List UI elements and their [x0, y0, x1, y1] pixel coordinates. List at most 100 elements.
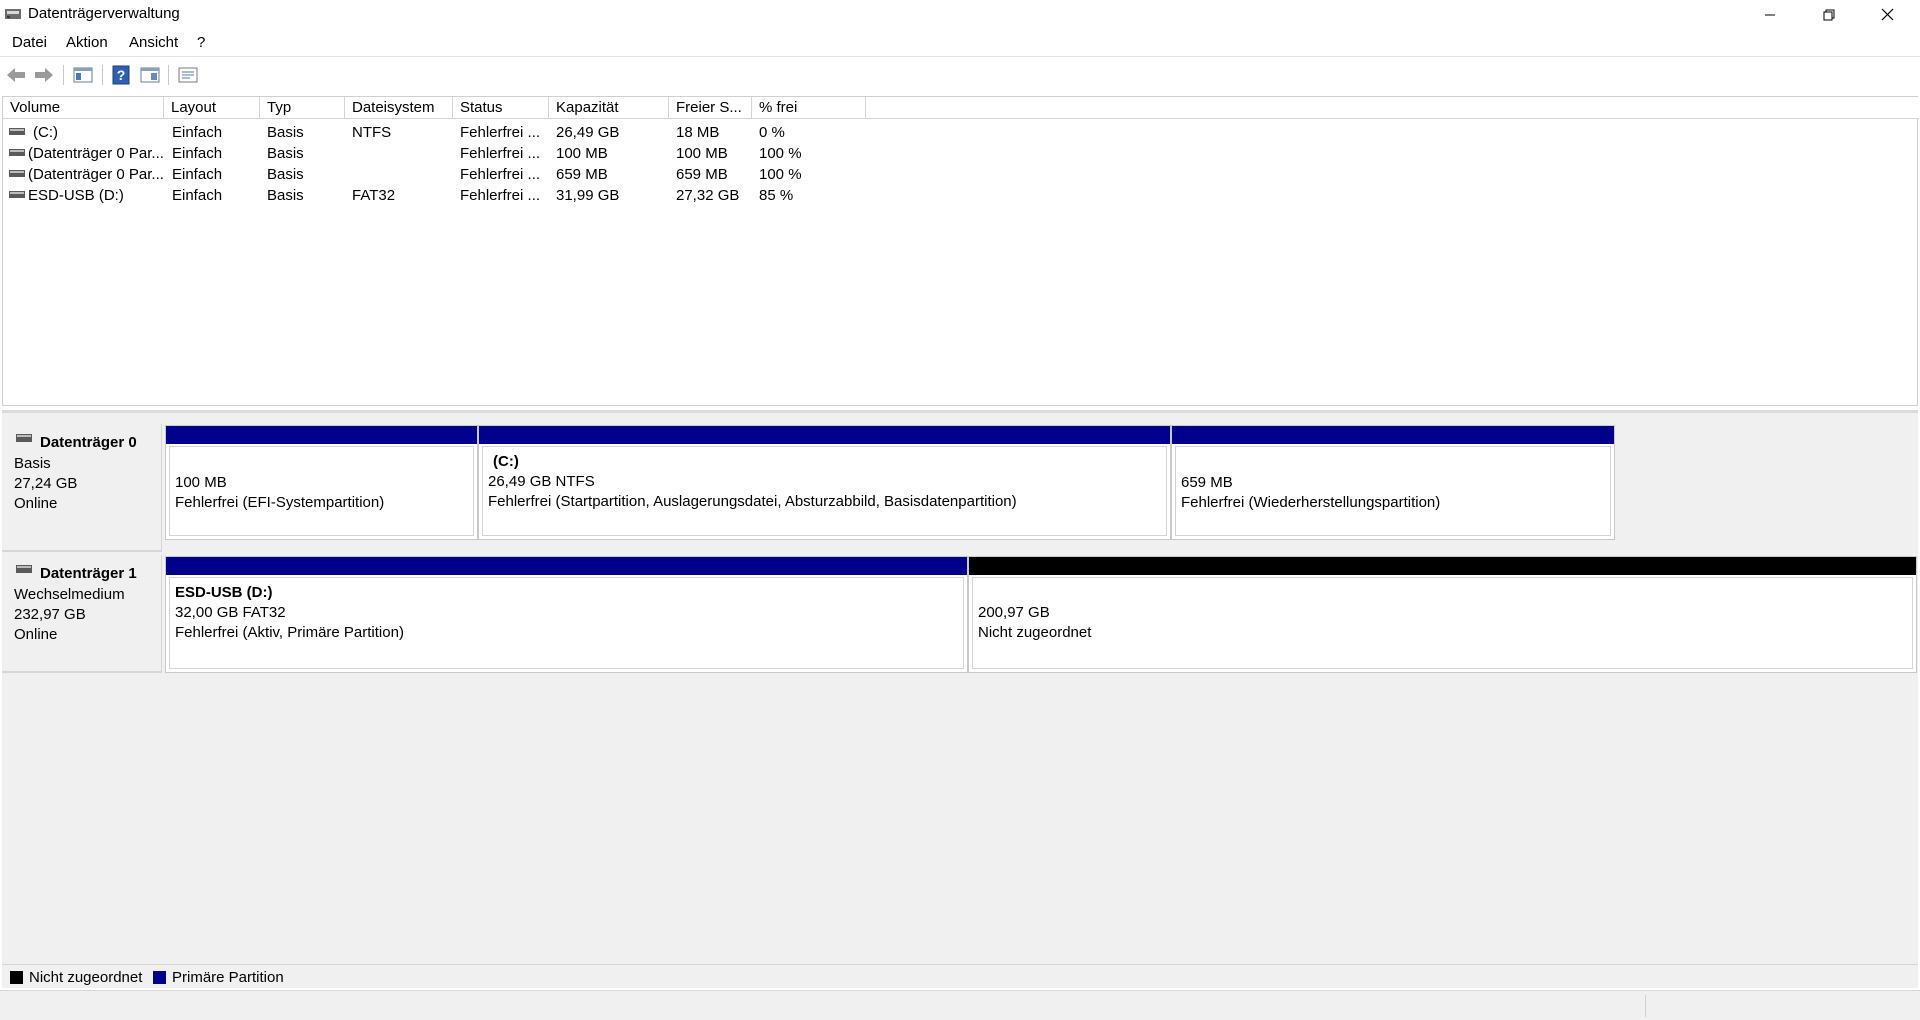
- partition-body: 659 MB Fehlerfrei (Wiederherstellungspar…: [1175, 446, 1611, 536]
- disk-0-state: Online: [14, 495, 58, 512]
- disk-1-label[interactable]: Datenträger 1 Wechselmedium 232,97 GB On…: [2, 555, 162, 673]
- legend-label-unallocated: Nicht zugeordnet: [29, 969, 143, 986]
- partition-status: Fehlerfrei (Aktiv, Primäre Partition): [175, 624, 404, 641]
- disk-graphic-view: Datenträger 0 Basis 27,24 GB Online 100 …: [2, 410, 1918, 964]
- partition-size: 26,49 GB NTFS: [488, 473, 595, 490]
- status-bar-divider: [1645, 995, 1646, 1017]
- properties-pane-button[interactable]: [139, 64, 161, 86]
- status-bar: [0, 990, 1920, 1020]
- console-tree-button[interactable]: [72, 64, 94, 86]
- back-arrow-icon: [7, 68, 25, 82]
- cell-kapazitaet: 100 MB: [556, 145, 608, 162]
- properties-pane-icon: [140, 67, 160, 83]
- column-header-layout[interactable]: Layout: [164, 97, 260, 119]
- partition-type-bar: [166, 557, 967, 575]
- disk-icon: [16, 565, 32, 573]
- partition-title: (C:): [493, 453, 519, 470]
- partition-body: 200,97 GB Nicht zugeordnet: [972, 577, 1913, 669]
- cell-status: Fehlerfrei ...: [460, 166, 541, 183]
- cell-prozent-frei: 100 %: [759, 166, 802, 183]
- window-title: Datenträgerverwaltung: [28, 5, 180, 22]
- cell-volume: (Datenträger 0 Par...: [28, 145, 163, 162]
- partition-c[interactable]: (C:) 26,49 GB NTFS Fehlerfrei (Startpart…: [478, 425, 1171, 540]
- partition-unallocated[interactable]: 200,97 GB Nicht zugeordnet: [968, 556, 1917, 673]
- cell-status: Fehlerfrei ...: [460, 187, 541, 204]
- settings-list-button[interactable]: [177, 64, 199, 86]
- help-icon: ?: [112, 65, 130, 85]
- cell-status: Fehlerfrei ...: [460, 124, 541, 141]
- partition-status: Fehlerfrei (Startpartition, Auslagerungs…: [488, 493, 1017, 510]
- console-tree-icon: [73, 67, 93, 83]
- partition-size: 659 MB: [1181, 474, 1233, 491]
- menu-ansicht[interactable]: Ansicht: [129, 34, 178, 51]
- cell-layout: Einfach: [172, 166, 223, 183]
- cell-dateisystem: [352, 143, 452, 164]
- disk-1-state: Online: [14, 626, 58, 643]
- cell-typ: Basis: [267, 166, 304, 183]
- disk-0-label[interactable]: Datenträger 0 Basis 27,24 GB Online: [2, 424, 162, 552]
- help-button[interactable]: ?: [110, 64, 132, 86]
- table-row[interactable]: (C:) Einfach Basis NTFS Fehlerfrei ... 2…: [3, 122, 903, 143]
- menu-datei[interactable]: Datei: [12, 34, 47, 51]
- drive-icon: [9, 149, 25, 156]
- column-header-typ[interactable]: Typ: [260, 97, 345, 119]
- table-row[interactable]: ESD-USB (D:) Einfach Basis FAT32 Fehlerf…: [3, 185, 903, 206]
- cell-prozent-frei: 85 %: [759, 187, 794, 204]
- forward-arrow-icon: [35, 68, 53, 82]
- column-header-kapazitaet[interactable]: Kapazität: [549, 97, 669, 119]
- cell-prozent-frei: 0 %: [759, 124, 785, 141]
- menu-bar: Datei Aktion Ansicht ?: [0, 31, 1920, 55]
- volume-list-header: Volume Layout Typ Dateisystem Status Kap…: [3, 97, 1919, 119]
- table-row[interactable]: (Datenträger 0 Par... Einfach Basis Fehl…: [3, 143, 903, 164]
- cell-dateisystem: [352, 164, 452, 185]
- partition-recovery[interactable]: 659 MB Fehlerfrei (Wiederherstellungspar…: [1171, 425, 1615, 540]
- partition-status: Fehlerfrei (Wiederherstellungspartition): [1181, 494, 1441, 511]
- back-button[interactable]: [5, 64, 27, 86]
- partition-body: (C:) 26,49 GB NTFS Fehlerfrei (Startpart…: [482, 446, 1167, 536]
- legend: Nicht zugeordnet Primäre Partition: [2, 964, 1918, 988]
- restore-icon: [1823, 9, 1835, 20]
- cell-volume: (Datenträger 0 Par...: [28, 166, 163, 183]
- partition-efi[interactable]: 100 MB Fehlerfrei (EFI-Systempartition): [165, 425, 478, 540]
- toolbar-separator: [102, 65, 103, 85]
- partition-type-bar: [166, 426, 477, 444]
- disk-1-size: 232,97 GB: [14, 606, 86, 623]
- partition-size: 32,00 GB FAT32: [175, 604, 286, 621]
- title-bar: Datenträgerverwaltung: [0, 0, 1920, 29]
- column-header-prozent-frei[interactable]: % frei: [752, 97, 866, 119]
- partition-size: 100 MB: [175, 474, 227, 491]
- minimize-icon: [1765, 14, 1775, 15]
- legend-swatch-unallocated: [10, 971, 23, 984]
- partition-size: 200,97 GB: [978, 604, 1050, 621]
- disk-0-type: Basis: [14, 455, 51, 472]
- menu-aktion[interactable]: Aktion: [66, 34, 108, 51]
- forward-button[interactable]: [33, 64, 55, 86]
- partition-esd-usb[interactable]: ESD-USB (D:) 32,00 GB FAT32 Fehlerfrei (…: [165, 556, 968, 673]
- restore-button[interactable]: [1800, 0, 1858, 29]
- cell-prozent-frei: 100 %: [759, 145, 802, 162]
- cell-status: Fehlerfrei ...: [460, 145, 541, 162]
- minimize-button[interactable]: [1741, 0, 1799, 29]
- cell-layout: Einfach: [172, 124, 223, 141]
- toolbar-separator: [63, 65, 64, 85]
- cell-freier-speicher: 18 MB: [676, 124, 720, 141]
- cell-freier-speicher: 27,32 GB: [676, 187, 740, 204]
- disk-icon: [16, 434, 32, 442]
- cell-typ: Basis: [267, 187, 304, 204]
- partition-type-bar: [969, 557, 1916, 575]
- toolbar-separator: [168, 65, 169, 85]
- drive-icon: [9, 191, 25, 198]
- cell-layout: Einfach: [172, 145, 223, 162]
- legend-swatch-primary: [153, 971, 166, 984]
- table-row[interactable]: (Datenträger 0 Par... Einfach Basis Fehl…: [3, 164, 903, 185]
- column-header-status[interactable]: Status: [453, 97, 549, 119]
- column-header-volume[interactable]: Volume: [3, 97, 164, 119]
- disk-1-name: Datenträger 1: [40, 565, 137, 582]
- menu-help[interactable]: ?: [197, 34, 205, 51]
- cell-volume: ESD-USB (D:): [28, 187, 124, 204]
- close-button[interactable]: [1858, 0, 1916, 29]
- column-header-freier-speicher[interactable]: Freier S...: [669, 97, 752, 119]
- partition-type-bar: [1172, 426, 1614, 444]
- column-header-dateisystem[interactable]: Dateisystem: [345, 97, 453, 119]
- volume-list: Volume Layout Typ Dateisystem Status Kap…: [2, 96, 1919, 406]
